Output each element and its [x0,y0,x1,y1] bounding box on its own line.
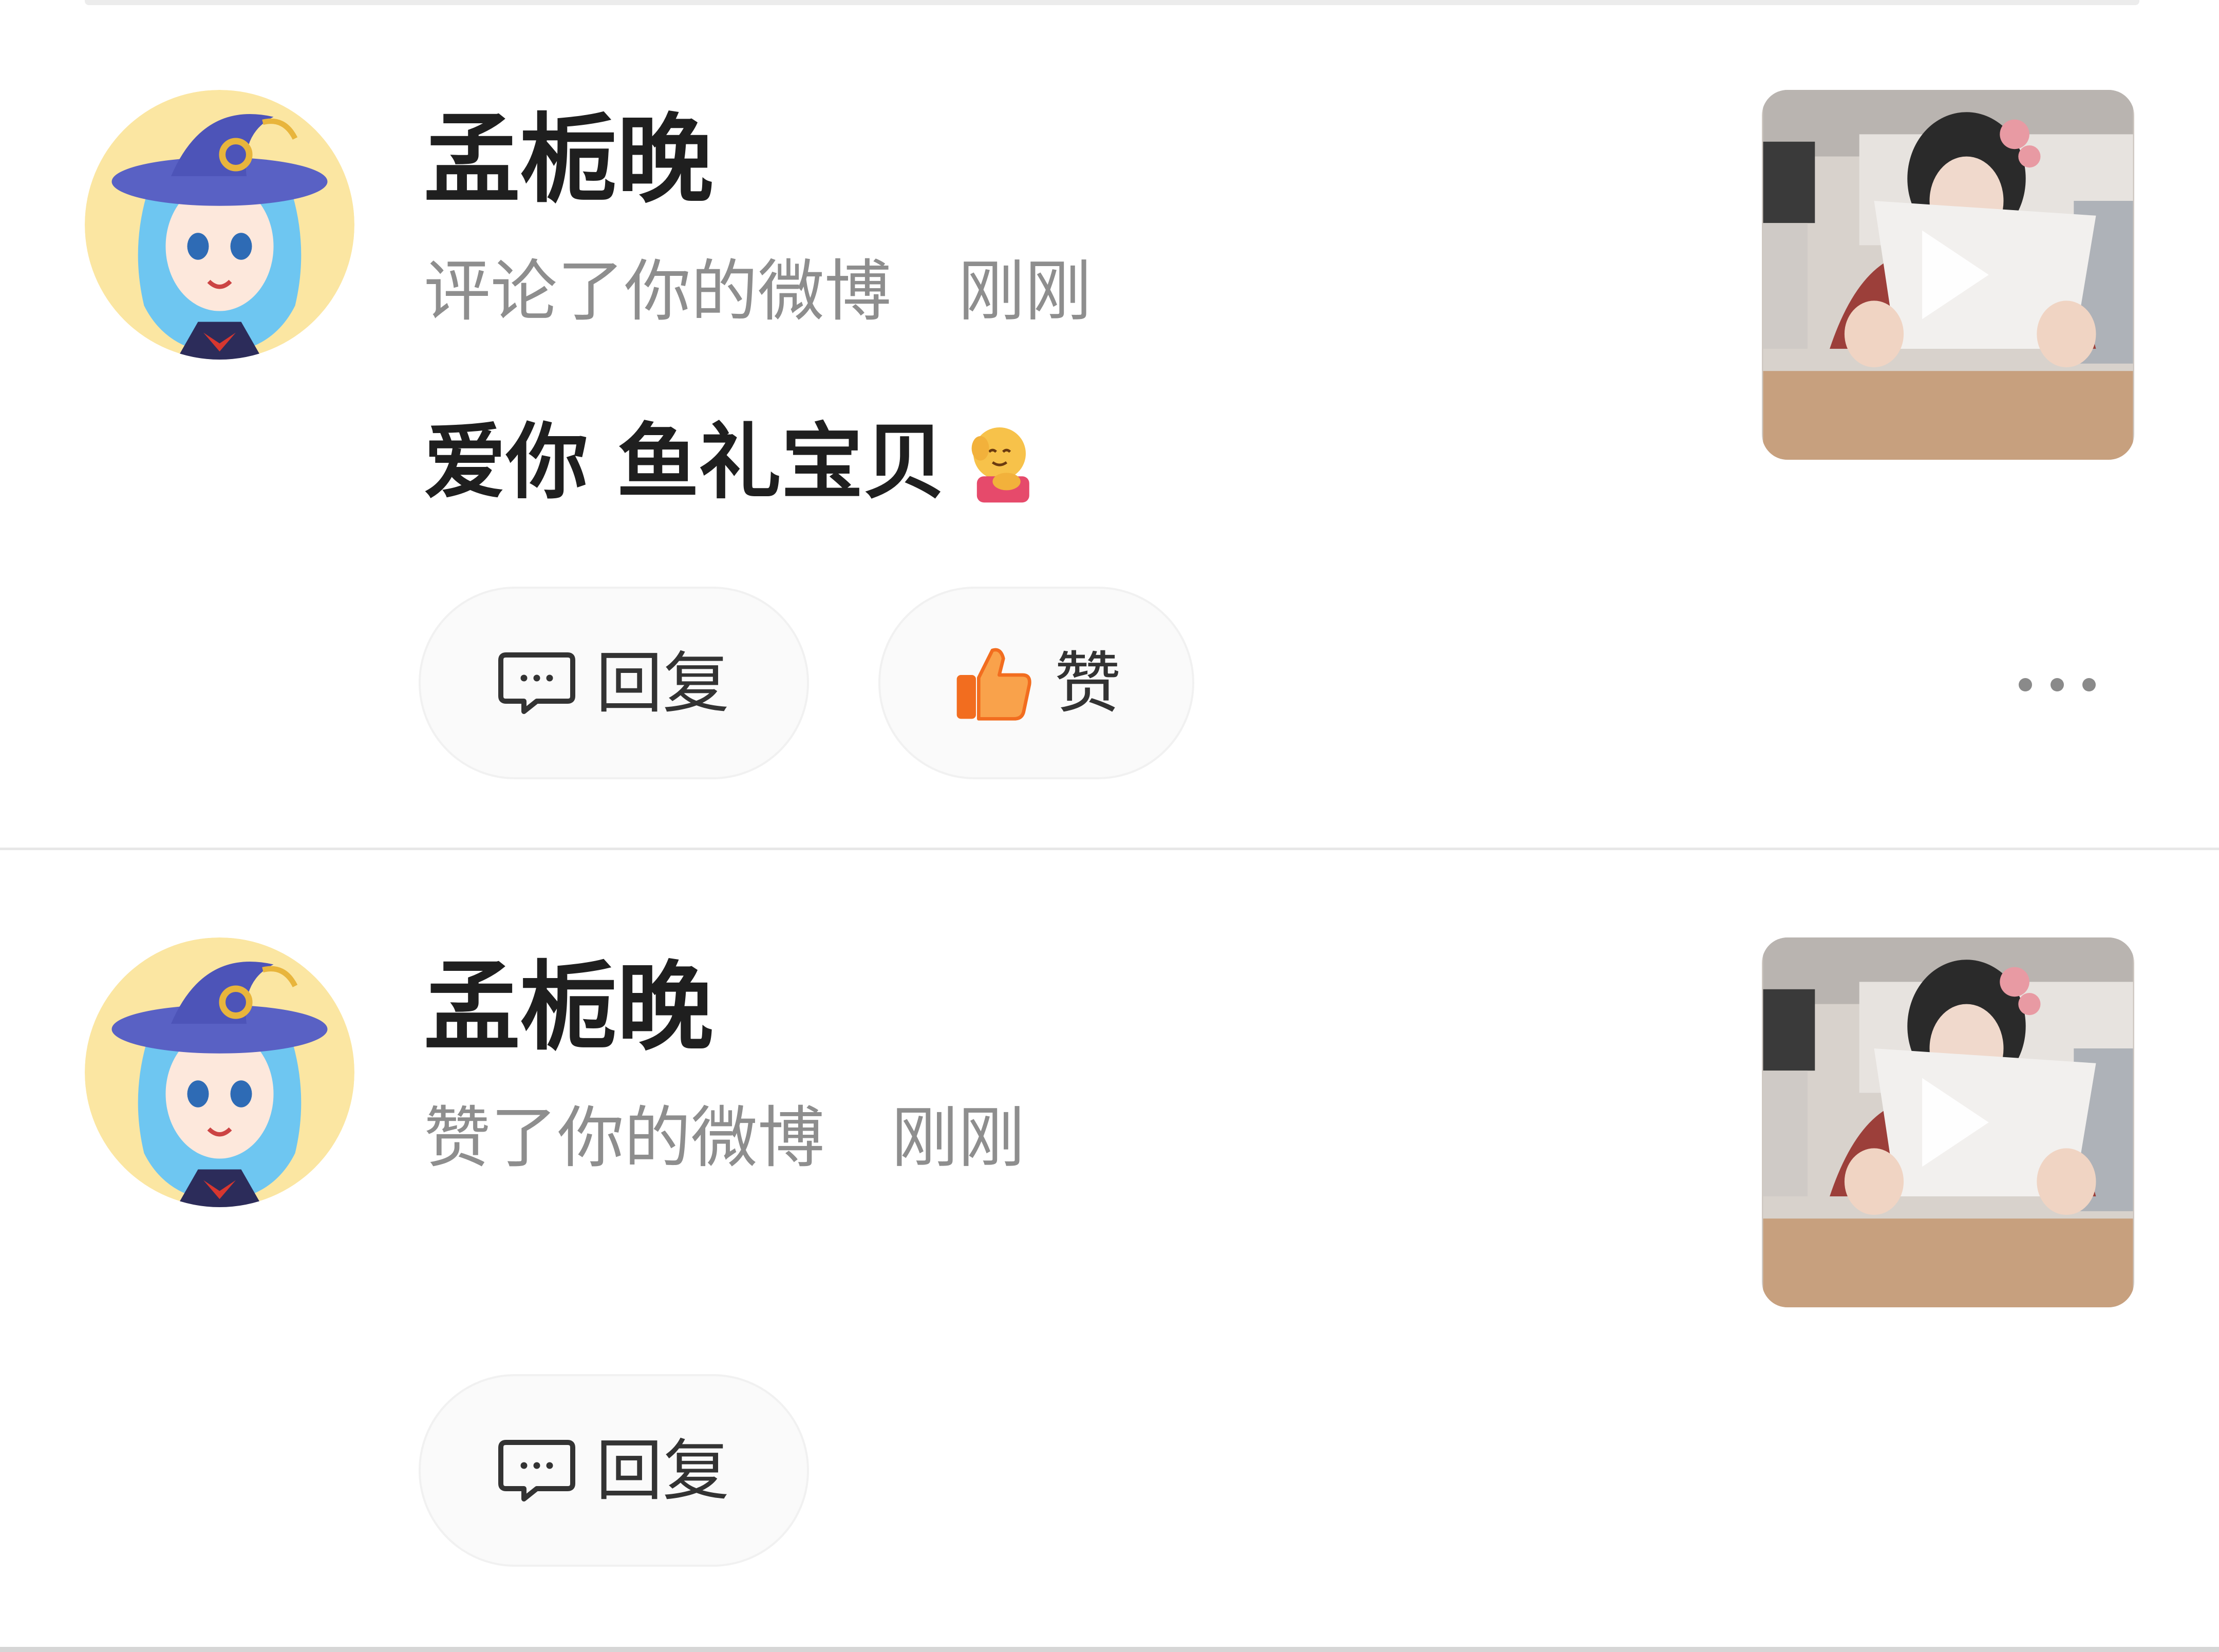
notification-meta: 评论了你的微博 刚刚 [424,258,1092,325]
notification-list: 孟栀晚 评论了你的微博 刚刚 爱你 鱼礼宝贝 回复 赞 孟栀晚 赞了你的微博 刚… [0,0,2219,1652]
action-text: 评论了你的微博 [424,252,892,330]
comment-icon [498,1437,575,1504]
more-icon[interactable] [2019,674,2096,695]
user-avatar[interactable] [85,90,354,360]
reply-label: 回复 [595,644,729,722]
reply-label: 回复 [595,1431,729,1510]
like-label: 赞 [1054,644,1121,722]
timestamp: 刚刚 [958,252,1092,330]
like-button[interactable]: 赞 [878,587,1194,779]
video-thumbnail[interactable] [1762,90,2134,460]
username[interactable]: 孟栀晚 [424,112,713,209]
video-thumbnail[interactable] [1762,937,2134,1307]
comment-text: 爱你 鱼礼宝贝 [424,414,946,510]
notification-item[interactable]: 孟栀晚 赞了你的微博 刚刚 回复 [0,850,2219,1647]
bottom-divider [0,1647,2219,1652]
video-play-icon [1763,90,2133,460]
hug-emoji-icon [956,419,1043,506]
notification-meta: 赞了你的微博 刚刚 [424,1104,1025,1171]
timestamp: 刚刚 [891,1099,1025,1177]
reply-button[interactable]: 回复 [419,587,809,779]
notification-item[interactable]: 孟栀晚 评论了你的微博 刚刚 爱你 鱼礼宝贝 回复 赞 [0,0,2219,848]
username[interactable]: 孟栀晚 [424,960,713,1056]
video-play-icon [1763,937,2133,1307]
action-text: 赞了你的微博 [424,1099,825,1177]
anime-witch-avatar-icon [85,90,354,360]
comment-text-row: 爱你 鱼礼宝贝 [424,419,1043,506]
comment-icon [498,650,575,717]
reply-button[interactable]: 回复 [419,1374,809,1567]
user-avatar[interactable] [85,937,354,1207]
anime-witch-avatar-icon [85,937,354,1207]
thumbs-up-icon [951,642,1033,724]
